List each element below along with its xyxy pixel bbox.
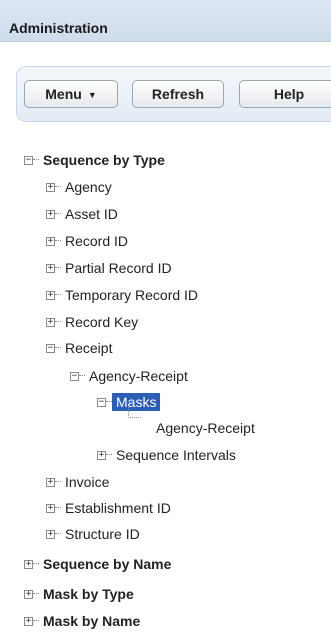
tree-node-label: Sequence by Type bbox=[43, 152, 165, 168]
tree-node-mask-by-type[interactable]: + Mask by Type bbox=[24, 584, 134, 604]
expand-icon[interactable]: + bbox=[46, 529, 55, 539]
tree-connector bbox=[33, 620, 39, 622]
expand-icon[interactable]: + bbox=[46, 477, 55, 487]
collapse-icon[interactable]: − bbox=[24, 155, 33, 165]
tree-connector bbox=[55, 294, 61, 296]
tree-node-agency[interactable]: + Agency bbox=[46, 177, 112, 197]
tree-node-label: Agency-Receipt bbox=[89, 368, 188, 384]
tree-connector bbox=[33, 159, 39, 161]
tree-connector bbox=[106, 454, 112, 456]
expand-icon[interactable]: + bbox=[46, 236, 55, 246]
tree-connector bbox=[55, 347, 61, 349]
tree-node-receipt[interactable]: − Receipt bbox=[46, 338, 112, 358]
tree-connector bbox=[128, 407, 141, 418]
menu-button[interactable]: Menu ▼ bbox=[24, 80, 118, 108]
collapse-icon[interactable]: − bbox=[97, 397, 106, 407]
tree-node-label: Record Key bbox=[65, 314, 139, 330]
tree-node-label: Mask by Name bbox=[43, 613, 141, 629]
tree-node-label: Invoice bbox=[65, 474, 110, 490]
tree-node-temporary-record-id[interactable]: + Temporary Record ID bbox=[46, 285, 198, 305]
expand-icon[interactable]: + bbox=[24, 589, 33, 599]
tree-node-sequence-by-type[interactable]: − Sequence by Type bbox=[24, 150, 165, 170]
tree-node-sequence-intervals[interactable]: + Sequence Intervals bbox=[97, 445, 236, 465]
tree-node-label: Agency bbox=[65, 179, 112, 195]
chevron-down-icon: ▼ bbox=[87, 89, 97, 100]
expand-icon[interactable]: + bbox=[46, 182, 55, 192]
tree-connector bbox=[55, 186, 61, 188]
help-button[interactable]: Help bbox=[239, 80, 331, 108]
tree-connector bbox=[55, 213, 61, 215]
expand-icon[interactable]: + bbox=[24, 559, 33, 569]
tree-node-label: Mask by Type bbox=[43, 586, 134, 602]
expand-icon[interactable]: + bbox=[97, 450, 106, 460]
expand-icon[interactable]: + bbox=[24, 616, 33, 626]
tree-node-agency-receipt[interactable]: − Agency-Receipt bbox=[70, 366, 188, 386]
header-title: Administration bbox=[9, 20, 108, 36]
tree-node-masks-agency-receipt[interactable]: Agency-Receipt bbox=[156, 418, 255, 438]
tree-connector bbox=[55, 240, 61, 242]
tree-connector bbox=[55, 481, 61, 483]
tree-connector bbox=[33, 563, 39, 565]
expand-icon[interactable]: + bbox=[46, 503, 55, 513]
menu-button-label: Menu bbox=[45, 86, 82, 102]
tree-node-label: Structure ID bbox=[65, 526, 140, 542]
tree-node-label: Sequence Intervals bbox=[116, 447, 236, 463]
tree-node-record-id[interactable]: + Record ID bbox=[46, 231, 128, 251]
tree-node-label: Agency-Receipt bbox=[156, 420, 255, 436]
tree-node-label: Partial Record ID bbox=[65, 260, 172, 276]
tree-connector bbox=[55, 321, 61, 323]
tree-node-invoice[interactable]: + Invoice bbox=[46, 472, 109, 492]
tree-node-establishment-id[interactable]: + Establishment ID bbox=[46, 498, 171, 518]
tree-node-record-key[interactable]: + Record Key bbox=[46, 312, 138, 332]
admin-header: Administration bbox=[0, 0, 331, 42]
expand-icon[interactable]: + bbox=[46, 290, 55, 300]
tree-connector bbox=[33, 593, 39, 595]
tree-node-sequence-by-name[interactable]: + Sequence by Name bbox=[24, 554, 171, 574]
tree-node-partial-record-id[interactable]: + Partial Record ID bbox=[46, 258, 172, 278]
toolbar: Menu ▼ Refresh Help bbox=[16, 66, 331, 122]
tree-connector bbox=[55, 533, 61, 535]
expand-icon[interactable]: + bbox=[46, 263, 55, 273]
tree-node-structure-id[interactable]: + Structure ID bbox=[46, 524, 140, 544]
tree-connector bbox=[79, 375, 85, 377]
tree-connector bbox=[55, 507, 61, 509]
collapse-icon[interactable]: − bbox=[70, 371, 79, 381]
tree-node-label: Receipt bbox=[65, 340, 113, 356]
tree-node-asset-id[interactable]: + Asset ID bbox=[46, 204, 118, 224]
tree-connector bbox=[55, 267, 61, 269]
tree-node-label: Sequence by Name bbox=[43, 556, 172, 572]
tree-node-label: Establishment ID bbox=[65, 500, 171, 516]
refresh-button[interactable]: Refresh bbox=[132, 80, 224, 108]
tree-node-label: Record ID bbox=[65, 233, 129, 249]
tree-node-mask-by-name[interactable]: + Mask by Name bbox=[24, 611, 140, 631]
tree-node-label: Asset ID bbox=[65, 206, 118, 222]
collapse-icon[interactable]: − bbox=[46, 343, 55, 353]
tree-node-label: Temporary Record ID bbox=[65, 287, 199, 303]
expand-icon[interactable]: + bbox=[46, 317, 55, 327]
expand-icon[interactable]: + bbox=[46, 209, 55, 219]
